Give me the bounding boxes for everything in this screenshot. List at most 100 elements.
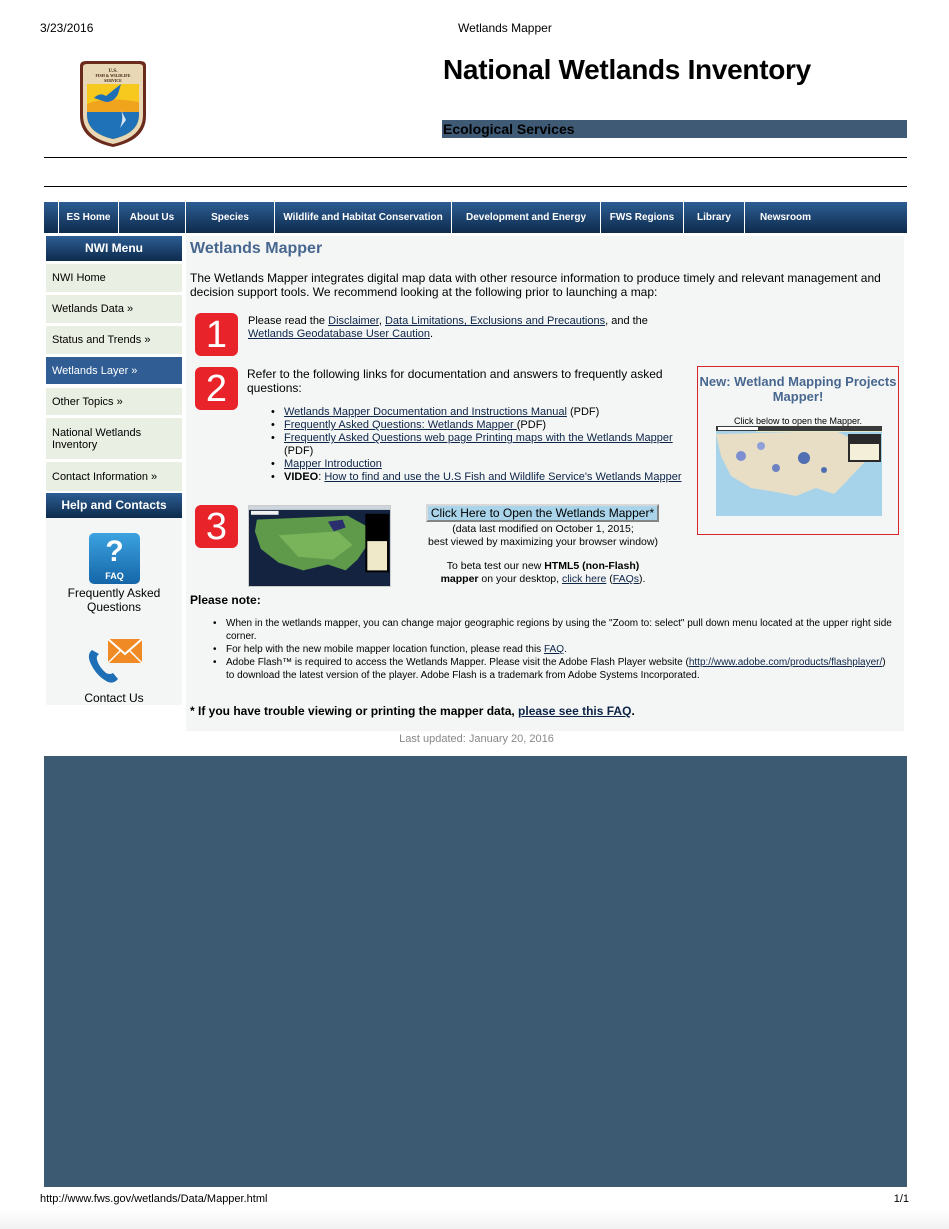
nav-development-energy[interactable]: Development and Energy [451, 202, 600, 233]
trouble-prefix: * If you have trouble viewing or printin… [190, 704, 519, 718]
print-header: 3/23/2016 Wetlands Mapper [40, 21, 909, 35]
video-label: VIDEO [284, 471, 319, 483]
nav-es-home[interactable]: ES Home [58, 202, 118, 233]
suffix: . [631, 704, 635, 718]
faq-link[interactable]: Frequently Asked Questions [46, 586, 182, 614]
help-box: ? FAQ Frequently Asked Questions Contact… [46, 518, 182, 705]
beta-prefix: To beta test our new [446, 560, 545, 572]
beta-click-here-link[interactable]: click here [562, 573, 606, 585]
fws-logo[interactable]: U.S. FISH & WILDLIFE SERVICE [76, 60, 150, 148]
help-contacts-heading: Help and Contacts [46, 493, 182, 518]
fws-shield-icon: U.S. FISH & WILDLIFE SERVICE [80, 61, 146, 147]
disclaimer-link[interactable]: Disclaimer [328, 315, 379, 327]
nav-newsroom[interactable]: Newsroom [744, 202, 826, 233]
nav-species[interactable]: Species [185, 202, 274, 233]
documentation-manual-link[interactable]: Wetlands Mapper Documentation and Instru… [284, 406, 567, 418]
open-mapper-note: (data last modified on October 1, 2015; … [406, 523, 680, 549]
step-2-text: Refer to the following links for documen… [247, 367, 663, 395]
separator: , and the [605, 315, 648, 327]
note-text: Adobe Flash™ is required to access the W… [226, 657, 689, 668]
beta-mid: on your desktop, [478, 573, 562, 585]
last-updated: Last updated: January 20, 2016 [399, 733, 554, 745]
suffix: . [563, 644, 567, 655]
page-edge [0, 1210, 949, 1229]
divider [44, 157, 907, 158]
list-item: Wetlands Mapper Documentation and Instru… [271, 406, 694, 419]
intro-text: The Wetlands Mapper integrates digital m… [190, 271, 881, 299]
page-url: http://www.fws.gov/wetlands/Data/Mapper.… [40, 1193, 268, 1205]
open-wetlands-mapper-button[interactable]: Click Here to Open the Wetlands Mapper* [426, 504, 659, 522]
ecological-services-banner[interactable]: Ecological Services [442, 120, 907, 138]
faq-printing-link[interactable]: Frequently Asked Questions web page Prin… [284, 432, 673, 444]
print-date: 3/23/2016 [40, 21, 94, 35]
list-item: VIDEO: How to find and use the U.S Fish … [271, 471, 694, 484]
suffix: . [430, 328, 434, 340]
nav-wildlife-habitat[interactable]: Wildlife and Habitat Conservation [274, 202, 451, 233]
sidebar-item-contact-information[interactable]: Contact Information » [46, 459, 182, 491]
html5-beta-note: To beta test our new HTML5 (non-Flash) ma… [406, 560, 680, 586]
divider [44, 186, 907, 187]
video-link[interactable]: How to find and use the U.S Fish and Wil… [324, 471, 681, 483]
top-nav: ES Home About Us Species Wildlife and Ha… [44, 202, 907, 233]
pdf-label: (PDF) [516, 419, 547, 431]
sidebar-item-wetlands-layer[interactable]: Wetlands Layer » [46, 354, 182, 385]
pdf-label: (PDF) [284, 445, 314, 457]
trouble-faq-link[interactable]: please see this FAQ [518, 704, 631, 718]
beta-html5-label: HTML5 (non-Flash) [544, 560, 640, 572]
list-item: Adobe Flash™ is required to access the W… [213, 656, 896, 682]
geodatabase-caution-link[interactable]: Wetlands Geodatabase User Caution [248, 328, 430, 340]
paren: ). [639, 573, 646, 585]
sidebar-item-wetlands-data[interactable]: Wetlands Data » [46, 292, 182, 323]
question-mark-glyph: ? [105, 535, 124, 568]
nav-library[interactable]: Library [683, 202, 744, 233]
promo-subtitle: Click below to open the Mapper. [733, 416, 863, 426]
nav-fws-regions[interactable]: FWS Regions [600, 202, 683, 233]
mapper-introduction-link[interactable]: Mapper Introduction [284, 458, 382, 470]
browser-note: best viewed by maximizing your browser w… [428, 536, 658, 548]
list-item: Frequently Asked Questions: Wetlands Map… [271, 419, 694, 432]
list-item: When in the wetlands mapper, you can cha… [213, 617, 896, 643]
sidebar: NWI Menu NWI Home Wetlands Data » Status… [46, 236, 182, 705]
step-2-badge: 2 [195, 367, 238, 410]
pdf-label: (PDF) [566, 406, 600, 418]
documentation-links: Wetlands Mapper Documentation and Instru… [271, 406, 694, 484]
print-footer: http://www.fws.gov/wetlands/Data/Mapper.… [40, 1193, 909, 1205]
sidebar-item-other-topics[interactable]: Other Topics » [46, 385, 182, 415]
site-title: National Wetlands Inventory [443, 54, 811, 85]
data-limitations-link[interactable]: Data Limitations, Exclusions and Precaut… [385, 315, 605, 327]
adobe-flash-link[interactable]: http://www.adobe.com/products/flashplaye… [689, 657, 882, 668]
mobile-faq-link[interactable]: FAQ [544, 644, 564, 655]
list-item: Frequently Asked Questions web page Prin… [271, 432, 694, 458]
wetlands-mapper-thumbnail[interactable] [248, 505, 391, 587]
main-content: Wetlands Mapper The Wetlands Mapper inte… [186, 236, 904, 731]
list-item: For help with the new mobile mapper loca… [213, 643, 896, 656]
step-1-badge: 1 [195, 313, 238, 356]
beta-mapper-label: mapper [440, 573, 479, 585]
step-1-text: Please read the Disclaimer, Data Limitat… [248, 315, 648, 341]
promo-title[interactable]: New: Wetland Mapping Projects Mapper! [698, 374, 898, 404]
nav-about-us[interactable]: About Us [118, 202, 185, 233]
trouble-note: * If you have trouble viewing or printin… [190, 704, 635, 718]
please-note-heading: Please note: [190, 593, 261, 607]
list-item: Mapper Introduction [271, 458, 694, 471]
sidebar-item-nwi-home[interactable]: NWI Home [46, 261, 182, 292]
footer-band [44, 756, 907, 1187]
svg-text:SERVICE: SERVICE [104, 78, 122, 83]
projects-mapper-thumbnail[interactable] [716, 426, 882, 516]
nwi-menu-heading: NWI Menu [46, 236, 182, 261]
page-number: 1/1 [893, 1193, 909, 1205]
contact-us-link[interactable]: Contact Us [46, 691, 182, 705]
sidebar-item-national-wetlands-inventory[interactable]: National Wetlands Inventory [46, 415, 182, 459]
step-3-badge: 3 [195, 505, 238, 548]
projects-mapper-promo: New: Wetland Mapping Projects Mapper! Cl… [697, 366, 899, 535]
note-text: For help with the new mobile mapper loca… [226, 644, 544, 655]
faq-icon-label: FAQ [105, 571, 124, 581]
step-1-prefix: Please read the [248, 315, 329, 327]
faq-icon[interactable]: ? FAQ [89, 533, 140, 584]
phone-envelope-icon[interactable] [86, 638, 144, 684]
data-modified-note: (data last modified on October 1, 2015; [452, 523, 634, 535]
beta-faqs-link[interactable]: FAQs [613, 573, 639, 585]
sidebar-item-status-trends[interactable]: Status and Trends » [46, 323, 182, 354]
faq-pdf-link[interactable]: Frequently Asked Questions: Wetlands Map… [284, 419, 517, 431]
